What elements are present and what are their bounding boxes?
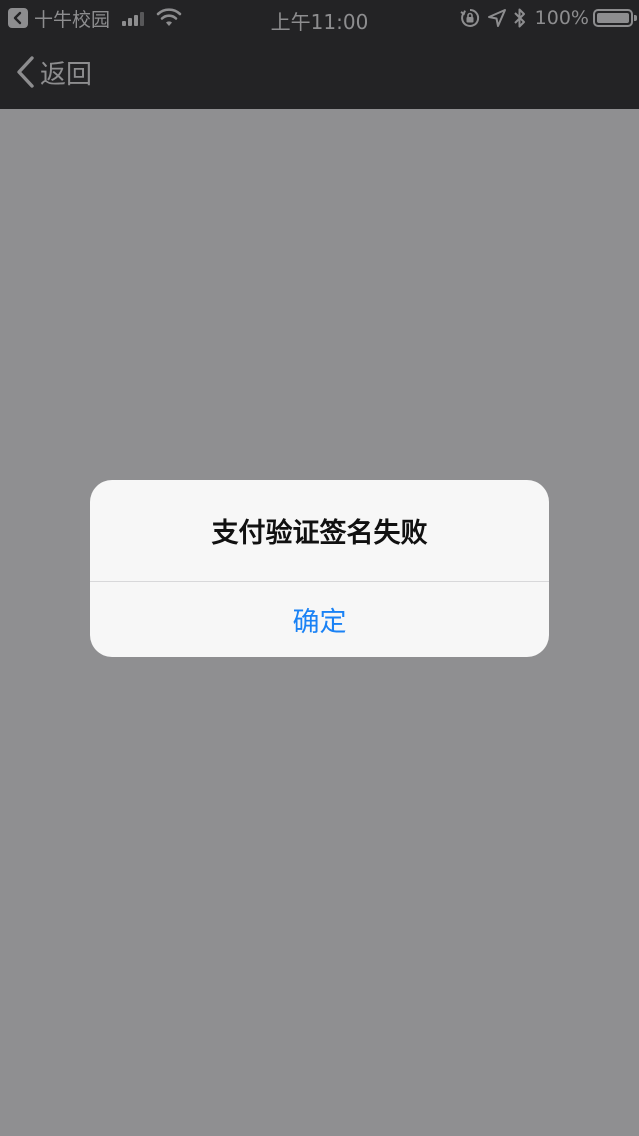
status-bar: 十牛校园 上午11:00 100%	[0, 0, 639, 36]
screen: 十牛校园 上午11:00 100% 返回 支付验证签名失败 确定	[0, 0, 639, 1136]
alert-dialog: 支付验证签名失败 确定	[90, 480, 549, 657]
back-label: 返回	[40, 59, 93, 90]
chevron-left-icon	[17, 56, 34, 88]
battery-tip	[634, 15, 637, 21]
alert-title: 支付验证签名失败	[211, 518, 428, 549]
battery-icon	[593, 9, 637, 27]
location-arrow-icon	[487, 9, 506, 27]
orientation-lock-icon	[460, 8, 479, 27]
status-right: 100%	[453, 6, 637, 30]
bluetooth-icon	[513, 8, 525, 28]
battery-fill	[597, 13, 629, 23]
battery-percent: 100%	[534, 7, 589, 29]
back-button[interactable]: 返回	[14, 52, 92, 92]
navigation-bar: 返回	[0, 36, 639, 109]
confirm-button[interactable]: 确定	[90, 582, 549, 657]
